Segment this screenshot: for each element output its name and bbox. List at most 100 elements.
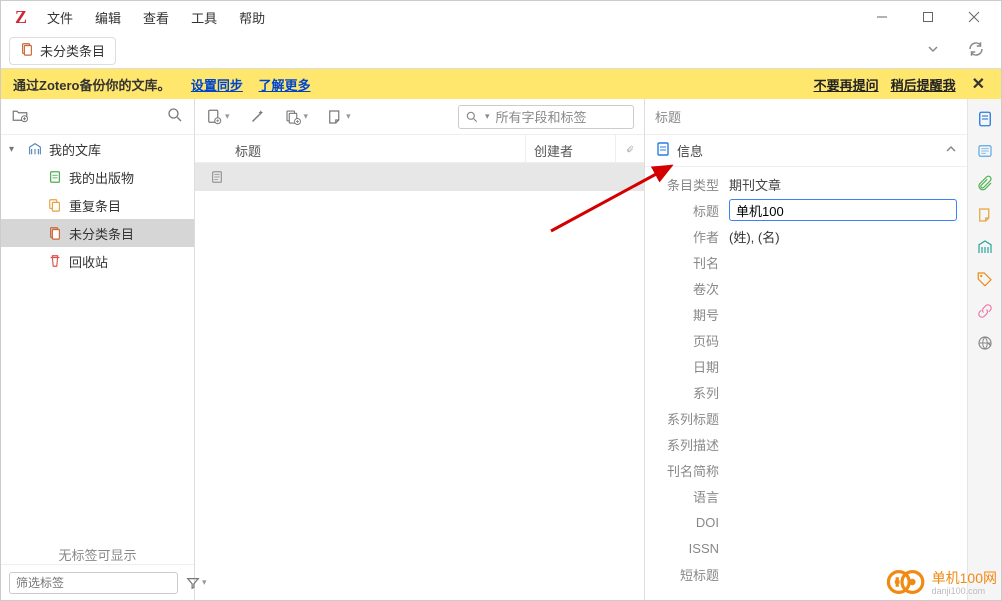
rail-notes-icon[interactable] [975, 205, 995, 225]
item-rows [195, 163, 644, 600]
tag-filter-input[interactable] [9, 572, 178, 594]
field-label-item-type: 条目类型 [655, 175, 729, 194]
banner-close-icon[interactable]: ✕ [968, 74, 989, 94]
sidebar: ▾ 我的文库 我的出版物 重复条目 未分类条目 [1, 99, 195, 600]
watermark-url: danji100.com [932, 586, 997, 596]
library-icon [27, 141, 43, 157]
app-logo: Z [5, 7, 37, 28]
tree-label: 重复条目 [69, 196, 121, 215]
field-label-pages: 页码 [655, 331, 729, 350]
col-attachment[interactable] [616, 135, 644, 162]
rail-libraries-icon[interactable] [975, 237, 995, 257]
close-button[interactable] [951, 1, 997, 33]
tree-label: 未分类条目 [69, 224, 134, 243]
tree-my-library[interactable]: ▾ 我的文库 [1, 135, 194, 163]
tree-trash[interactable]: 回收站 [1, 247, 194, 275]
column-headers: 标题 创建者 [195, 135, 644, 163]
unfiled-icon [47, 226, 63, 240]
col-creator[interactable]: 创建者 [526, 135, 616, 162]
sidebar-search-icon[interactable] [166, 106, 184, 127]
maximize-button[interactable] [905, 1, 951, 33]
field-label-series: 系列 [655, 383, 729, 402]
banner-dont-ask[interactable]: 不要再提问 [814, 75, 879, 94]
field-label-author: 作者 [655, 227, 729, 246]
expand-icon[interactable]: ▾ [9, 144, 21, 155]
col-title[interactable]: 标题 [195, 135, 526, 162]
detail-tabs-rail [967, 99, 1001, 600]
rail-attachments-icon[interactable] [975, 173, 995, 193]
active-tab[interactable]: 未分类条目 [9, 37, 116, 65]
field-label-volume: 卷次 [655, 279, 729, 298]
detail-title-header: 标题 [645, 99, 967, 135]
note-button[interactable]: ▾ [326, 108, 351, 126]
search-scope-dropdown[interactable]: ▾ [485, 111, 490, 122]
menu-bar: 文件 编辑 查看 工具 帮助 [37, 4, 275, 31]
table-row[interactable] [195, 163, 644, 191]
field-value-item-type[interactable]: 期刊文章 [729, 175, 957, 194]
trash-icon [47, 254, 63, 268]
banner-link-setup-sync[interactable]: 设置同步 [191, 78, 243, 93]
rail-info-icon[interactable] [975, 109, 995, 129]
window-controls [859, 1, 997, 33]
tree-my-publications[interactable]: 我的出版物 [1, 163, 194, 191]
sync-button[interactable] [959, 34, 993, 67]
field-label-series-title: 系列标题 [655, 409, 729, 428]
menu-file[interactable]: 文件 [37, 4, 83, 31]
main-area: ▾ 我的文库 我的出版物 重复条目 未分类条目 [1, 99, 1001, 600]
section-label: 信息 [677, 141, 703, 160]
menu-tools[interactable]: 工具 [181, 4, 227, 31]
field-label-language: 语言 [655, 487, 729, 506]
menu-help[interactable]: 帮助 [229, 4, 275, 31]
menu-view[interactable]: 查看 [133, 4, 179, 31]
center-toolbar: ▾ ▾ ▾ ▾ 所有字段和标签 [195, 99, 644, 135]
field-label-journal: 刊名 [655, 253, 729, 272]
tags-empty-message: 无标签可显示 [1, 405, 194, 564]
tree-label: 我的出版物 [69, 168, 134, 187]
info-icon [655, 141, 671, 160]
tab-label: 未分类条目 [40, 41, 105, 60]
item-list-pane: ▾ ▾ ▾ ▾ 所有字段和标签 标题 创建者 [195, 99, 645, 600]
tree-label: 我的文库 [49, 140, 101, 159]
new-collection-button[interactable] [11, 106, 29, 127]
duplicate-icon [47, 198, 63, 212]
sync-banner: 通过Zotero备份你的文库。 设置同步 了解更多 不要再提问 稍后提醒我 ✕ [1, 69, 1001, 99]
watermark: 单机100网 danji100.com [886, 566, 997, 598]
rail-related-icon[interactable] [975, 301, 995, 321]
tree-duplicates[interactable]: 重复条目 [1, 191, 194, 219]
titlebar: Z 文件 编辑 查看 工具 帮助 [1, 1, 1001, 33]
rail-locate-icon[interactable] [975, 333, 995, 353]
tab-bar: 未分类条目 [1, 33, 1001, 69]
menu-edit[interactable]: 编辑 [85, 4, 131, 31]
unfiled-icon [20, 42, 34, 59]
attachment-button[interactable]: ▾ [284, 108, 309, 126]
item-search-box[interactable]: ▾ 所有字段和标签 [458, 105, 634, 129]
info-section-header[interactable]: 信息 [645, 135, 967, 167]
collection-tree: ▾ 我的文库 我的出版物 重复条目 未分类条目 [1, 135, 194, 405]
field-label-issue: 期号 [655, 305, 729, 324]
field-label-doi: DOI [655, 515, 729, 530]
rail-abstract-icon[interactable] [975, 141, 995, 161]
title-input[interactable] [729, 199, 957, 221]
tree-unfiled[interactable]: 未分类条目 [1, 219, 194, 247]
banner-text: 通过Zotero备份你的文库。 [13, 78, 170, 93]
field-label-title: 标题 [655, 201, 729, 220]
magic-wand-button[interactable] [248, 108, 266, 126]
field-value-author[interactable]: (姓), (名) [729, 227, 957, 246]
banner-remind-later[interactable]: 稍后提醒我 [891, 75, 956, 94]
detail-pane: 标题 信息 条目类型期刊文章 标题 作者(姓), (名) 刊名 卷次 期号 页码… [645, 99, 1001, 600]
rail-tags-icon[interactable] [975, 269, 995, 289]
item-type-icon [209, 170, 225, 184]
field-label-series-desc: 系列描述 [655, 435, 729, 454]
field-label-journal-abbr: 刊名简称 [655, 461, 729, 480]
field-list: 条目类型期刊文章 标题 作者(姓), (名) 刊名 卷次 期号 页码 日期 系列… [645, 167, 967, 591]
document-icon [47, 170, 63, 184]
field-label-date: 日期 [655, 357, 729, 376]
collapse-icon[interactable] [945, 143, 957, 158]
tree-label: 回收站 [69, 252, 108, 271]
new-item-button[interactable]: ▾ [205, 108, 230, 126]
tab-dropdown[interactable] [917, 37, 949, 64]
banner-link-learn-more[interactable]: 了解更多 [259, 78, 311, 93]
minimize-button[interactable] [859, 1, 905, 33]
field-label-issn: ISSN [655, 541, 729, 556]
search-placeholder: 所有字段和标签 [496, 107, 587, 126]
